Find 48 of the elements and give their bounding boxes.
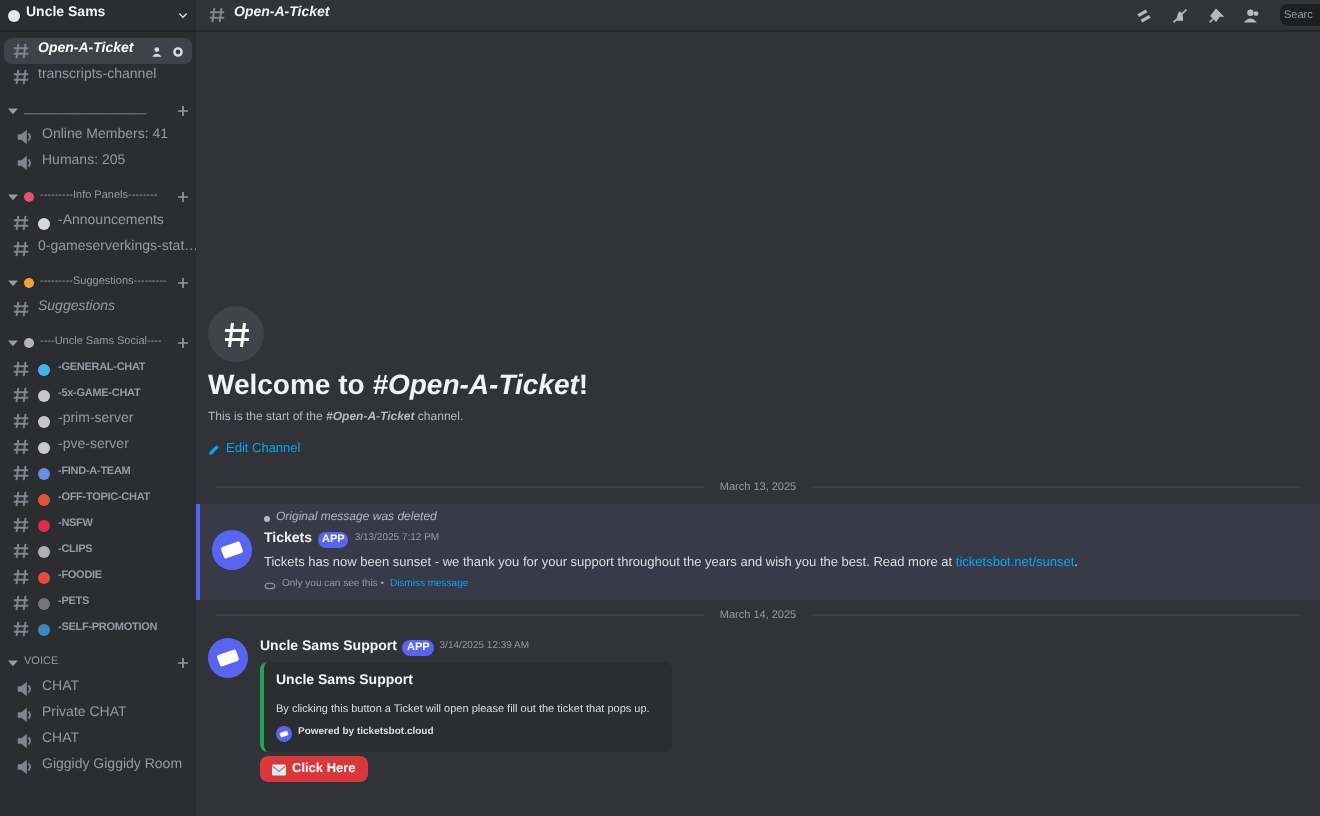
hash-icon [208, 6, 226, 24]
add-icon[interactable] [178, 106, 188, 116]
bot-avatar-icon [212, 529, 252, 570]
add-icon[interactable] [178, 658, 188, 668]
hash-icon [12, 490, 30, 508]
hash-icon [12, 542, 30, 560]
hash-icon [12, 594, 30, 612]
speaker-icon [16, 732, 34, 750]
add-member-icon[interactable] [152, 45, 164, 57]
hash-icon [12, 464, 30, 482]
chevron-icon [8, 192, 18, 202]
hash-icon [221, 319, 251, 350]
speaker-icon [16, 128, 34, 146]
hash-icon [12, 438, 30, 456]
pencil-icon [208, 443, 220, 456]
hash-icon [12, 412, 30, 430]
hash-icon [12, 42, 30, 60]
hash-icon [12, 214, 30, 232]
speaker-icon [16, 680, 34, 698]
envelope-icon [272, 763, 286, 775]
add-icon[interactable] [178, 278, 188, 288]
speaker-icon [16, 706, 34, 724]
bot-avatar-icon [276, 726, 292, 742]
chevron-down-icon[interactable] [178, 11, 188, 19]
members-icon[interactable] [1244, 7, 1260, 23]
hash-icon [12, 386, 30, 404]
hash-icon [12, 68, 30, 86]
welcome-title: Welcome to #Open-A-Ticket! [208, 368, 591, 404]
muted-bell-icon[interactable] [1172, 7, 1188, 23]
hash-icon [12, 360, 30, 378]
chevron-icon [8, 278, 18, 288]
chevron-icon [8, 106, 18, 116]
hash-icon [12, 516, 30, 534]
hash-icon [12, 300, 30, 318]
bot-avatar-icon [208, 637, 248, 678]
hash-icon [12, 240, 30, 258]
chevron-icon [8, 338, 18, 348]
pin-icon[interactable] [1208, 7, 1224, 23]
speaker-icon [16, 154, 34, 172]
settings-icon[interactable] [172, 45, 184, 57]
hash-icon [12, 568, 30, 586]
chevron-icon [8, 658, 18, 668]
server-icon [8, 9, 20, 21]
add-icon[interactable] [178, 338, 188, 348]
hash-icon [12, 620, 30, 638]
threads-icon[interactable] [1136, 7, 1152, 23]
speaker-icon [16, 758, 34, 776]
add-icon[interactable] [178, 192, 188, 202]
